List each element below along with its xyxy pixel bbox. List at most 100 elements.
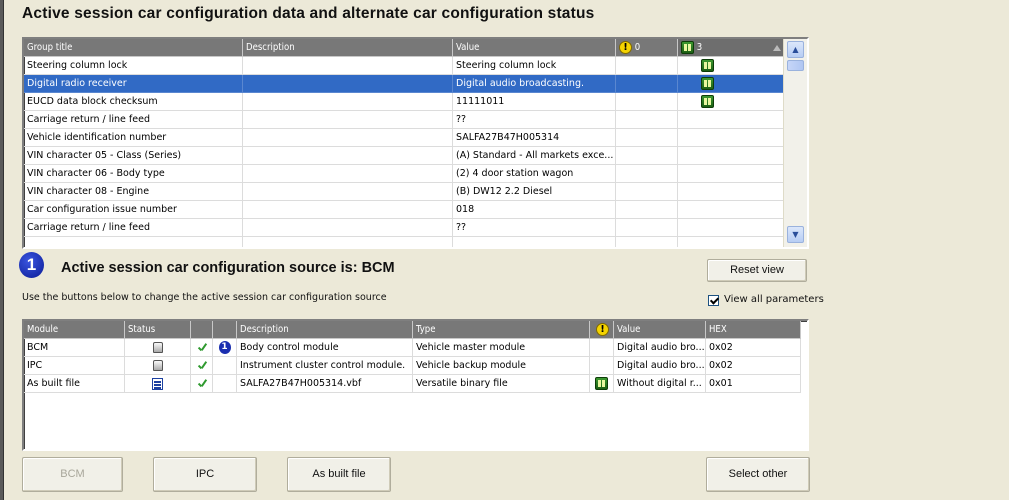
module-source-table[interactable]: Module Status Description Type ! Value H… — [22, 319, 809, 451]
cell-value: 11111011 — [453, 93, 616, 111]
table-row[interactable]: Carriage return / line feed?? — [24, 219, 786, 237]
table-row[interactable]: VIN character 08 - Engine (B) DW12 2.2 Di… — [24, 183, 786, 201]
cell-warning — [616, 183, 678, 201]
column-header-warnings[interactable]: ! 0 — [616, 39, 678, 57]
check-icon — [197, 378, 207, 390]
bcm-source-button[interactable]: BCM — [22, 457, 123, 492]
cell-hex: 0x01 — [706, 375, 801, 393]
alternate-count: 3 — [696, 42, 703, 53]
cell-module: IPC — [24, 357, 125, 375]
column-header-source[interactable] — [213, 321, 237, 339]
cell-description: Body control module — [237, 339, 413, 357]
alternate-config-icon — [701, 77, 714, 90]
column-header-description[interactable]: Description — [237, 321, 413, 339]
cell-warning — [616, 111, 678, 129]
config-table-header: Group title Description Value ! 0 3 — [24, 39, 786, 57]
table-row[interactable]: Steering column lock Steering column lock — [24, 57, 786, 75]
cell-value: (2) 4 door station wagon — [453, 165, 616, 183]
cell-type: Vehicle backup module — [413, 357, 590, 375]
table-row[interactable]: Car configuration issue number 018 — [24, 201, 786, 219]
warning-count: 0 — [634, 42, 641, 53]
cell-group: Carriage return / line feed — [24, 219, 243, 237]
sort-ascending-icon — [773, 45, 781, 51]
cell-alternate — [678, 75, 786, 93]
table-row[interactable]: BCM 1 Body control module Vehicle master mo… — [24, 339, 801, 357]
column-header-value[interactable]: Value — [614, 321, 706, 339]
view-all-parameters-label[interactable]: View all parameters — [724, 294, 824, 305]
column-header-alternates[interactable]: 3 — [678, 39, 786, 57]
cell-description — [243, 57, 453, 75]
column-header-group-title[interactable]: Group title — [24, 39, 243, 57]
column-header-status[interactable]: Status — [125, 321, 191, 339]
cell-source — [213, 375, 237, 393]
column-header-module[interactable]: Module — [24, 321, 125, 339]
table-row[interactable]: VIN character 06 - Body type (2) 4 door s… — [24, 165, 786, 183]
column-header-type[interactable]: Type — [413, 321, 590, 339]
cell-description — [243, 237, 453, 247]
table-row[interactable]: As built file SALFA27B47H005314.vbf Versat… — [24, 375, 801, 393]
cell-warning — [616, 201, 678, 219]
table-row[interactable] — [24, 237, 786, 247]
scroll-thumb[interactable] — [787, 60, 804, 71]
page-title: Active session car configuration data an… — [22, 5, 595, 22]
cell-warning — [616, 165, 678, 183]
cell-description: Instrument cluster control module. — [237, 357, 413, 375]
cell-status — [125, 339, 191, 357]
cell-warning — [590, 375, 614, 393]
cell-alternate — [678, 57, 786, 75]
cell-group: Car configuration issue number — [24, 201, 243, 219]
cell-description — [243, 93, 453, 111]
as-built-file-source-button[interactable]: As built file — [287, 457, 391, 492]
cell-warning — [616, 57, 678, 75]
table-row[interactable]: VIN character 05 - Class (Series) (A) Sta… — [24, 147, 786, 165]
column-header-description[interactable]: Description — [243, 39, 453, 57]
cell-status — [125, 375, 191, 393]
cell-group: VIN character 08 - Engine — [24, 183, 243, 201]
cell-value: 018 — [453, 201, 616, 219]
cell-value: ?? — [453, 219, 616, 237]
select-other-source-button[interactable]: Select other — [706, 457, 810, 492]
cell-source — [213, 357, 237, 375]
column-header-warnings[interactable]: ! — [590, 321, 614, 339]
cell-value: (B) DW12 2.2 Diesel — [453, 183, 616, 201]
cell-description — [243, 129, 453, 147]
alternate-config-icon — [701, 95, 714, 108]
cell-description — [243, 111, 453, 129]
cell-group: Carriage return / line feed — [24, 111, 243, 129]
view-all-parameters-checkbox[interactable] — [708, 295, 719, 306]
table-row[interactable]: Vehicle identification number SALFA27B47H… — [24, 129, 786, 147]
module-table-header: Module Status Description Type ! Value H… — [24, 321, 801, 339]
scroll-down-button[interactable]: ▼ — [787, 226, 804, 243]
cell-value — [453, 237, 616, 247]
table-row[interactable]: Digital radio receiver Digital audio broa… — [24, 75, 786, 93]
alternate-config-icon — [681, 41, 694, 54]
cell-description — [243, 219, 453, 237]
file-icon — [152, 377, 163, 390]
config-data-table[interactable]: Group title Description Value ! 0 3 Stee… — [22, 37, 809, 249]
cell-group — [24, 237, 243, 247]
cell-module: As built file — [24, 375, 125, 393]
scroll-up-button[interactable]: ▲ — [787, 41, 804, 58]
cell-hex: 0x02 — [706, 339, 801, 357]
cell-check — [191, 357, 213, 375]
column-header-check[interactable] — [191, 321, 213, 339]
column-header-hex[interactable]: HEX — [706, 321, 801, 339]
cell-check — [191, 339, 213, 357]
column-header-value[interactable]: Value — [453, 39, 616, 57]
cell-group: Vehicle identification number — [24, 129, 243, 147]
cell-alternate — [678, 147, 786, 165]
table-row[interactable]: IPC Instrument cluster control module. Veh… — [24, 357, 801, 375]
table-row[interactable]: EUCD data block checksum 11111011 — [24, 93, 786, 111]
config-table-scrollbar[interactable]: ▲ ▼ — [783, 39, 807, 247]
ipc-source-button[interactable]: IPC — [153, 457, 257, 492]
alternate-config-icon — [701, 59, 714, 72]
reset-view-button[interactable]: Reset view — [707, 259, 807, 282]
table-row[interactable]: Carriage return / line feed?? — [24, 111, 786, 129]
cell-alternate — [678, 183, 786, 201]
module-icon — [152, 360, 163, 371]
module-icon — [152, 342, 163, 353]
cell-warning — [616, 237, 678, 247]
cell-warning — [590, 339, 614, 357]
cell-alternate — [678, 93, 786, 111]
cell-description — [243, 165, 453, 183]
